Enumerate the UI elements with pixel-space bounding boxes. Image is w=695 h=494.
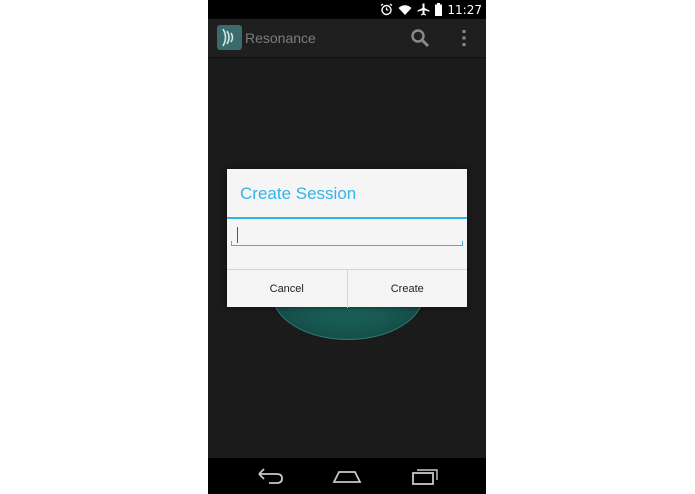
recents-icon[interactable] bbox=[410, 466, 440, 486]
text-caret bbox=[237, 227, 238, 243]
overflow-menu-icon[interactable] bbox=[459, 28, 469, 48]
cancel-button[interactable]: Cancel bbox=[227, 270, 347, 308]
session-name-input[interactable] bbox=[231, 225, 463, 245]
alarm-icon bbox=[381, 3, 393, 16]
dialog-button-bar: Cancel Create bbox=[227, 269, 467, 308]
app-title: Resonance bbox=[245, 30, 316, 46]
home-icon[interactable] bbox=[332, 466, 362, 486]
input-underline bbox=[231, 241, 463, 246]
app-logo-icon[interactable] bbox=[217, 25, 242, 50]
search-icon[interactable] bbox=[410, 28, 430, 48]
battery-icon bbox=[435, 3, 443, 16]
back-icon[interactable] bbox=[255, 466, 285, 486]
status-time: 11:27 bbox=[447, 2, 482, 17]
navigation-bar bbox=[208, 458, 486, 494]
create-session-dialog: Create Session Cancel Create bbox=[227, 169, 467, 308]
create-button[interactable]: Create bbox=[348, 270, 468, 308]
dialog-title: Create Session bbox=[240, 184, 357, 203]
status-bar: 11:27 bbox=[208, 0, 486, 19]
airplane-icon bbox=[417, 3, 430, 16]
phone-screen: 11:27 Resonance Create Session Cancel Cr… bbox=[208, 0, 486, 494]
wifi-icon bbox=[398, 4, 412, 15]
dialog-title-divider bbox=[227, 217, 467, 219]
status-icons: 11:27 bbox=[380, 0, 482, 19]
action-bar: Resonance bbox=[208, 19, 486, 58]
